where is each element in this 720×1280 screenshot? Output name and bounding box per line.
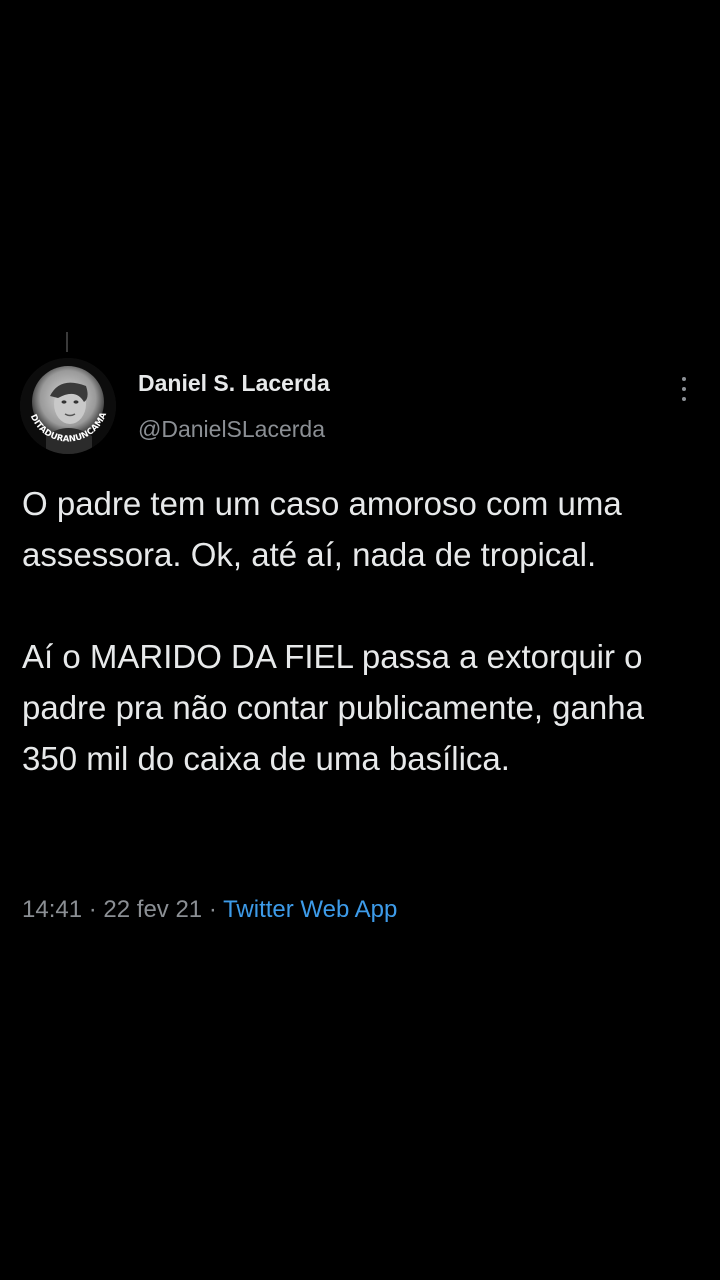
avatar[interactable]: DITADURANUNCAMAIS [20,358,116,454]
author-handle[interactable]: @DanielSLacerda [138,416,325,443]
tweet-paragraph: O padre tem um caso amoroso com uma asse… [22,485,622,573]
tweet-paragraph: Aí o MARIDO DA FIEL passa a extorquir o … [22,638,644,777]
meta-separator: · [208,896,217,923]
thread-connector-line [66,332,68,352]
meta-separator: · [88,896,97,923]
more-options-icon[interactable] [672,374,696,404]
tweet-metadata: 14:41 · 22 fev 21 · Twitter Web App [22,896,397,924]
tweet-source-link[interactable]: Twitter Web App [223,896,397,923]
author-name[interactable]: Daniel S. Lacerda [138,370,330,397]
tweet-text: O padre tem um caso amoroso com uma asse… [22,478,702,784]
tweet-time: 14:41 [22,896,83,923]
tweet-date[interactable]: 22 fev 21 [103,896,202,923]
avatar-image: DITADURANUNCAMAIS [20,358,116,454]
